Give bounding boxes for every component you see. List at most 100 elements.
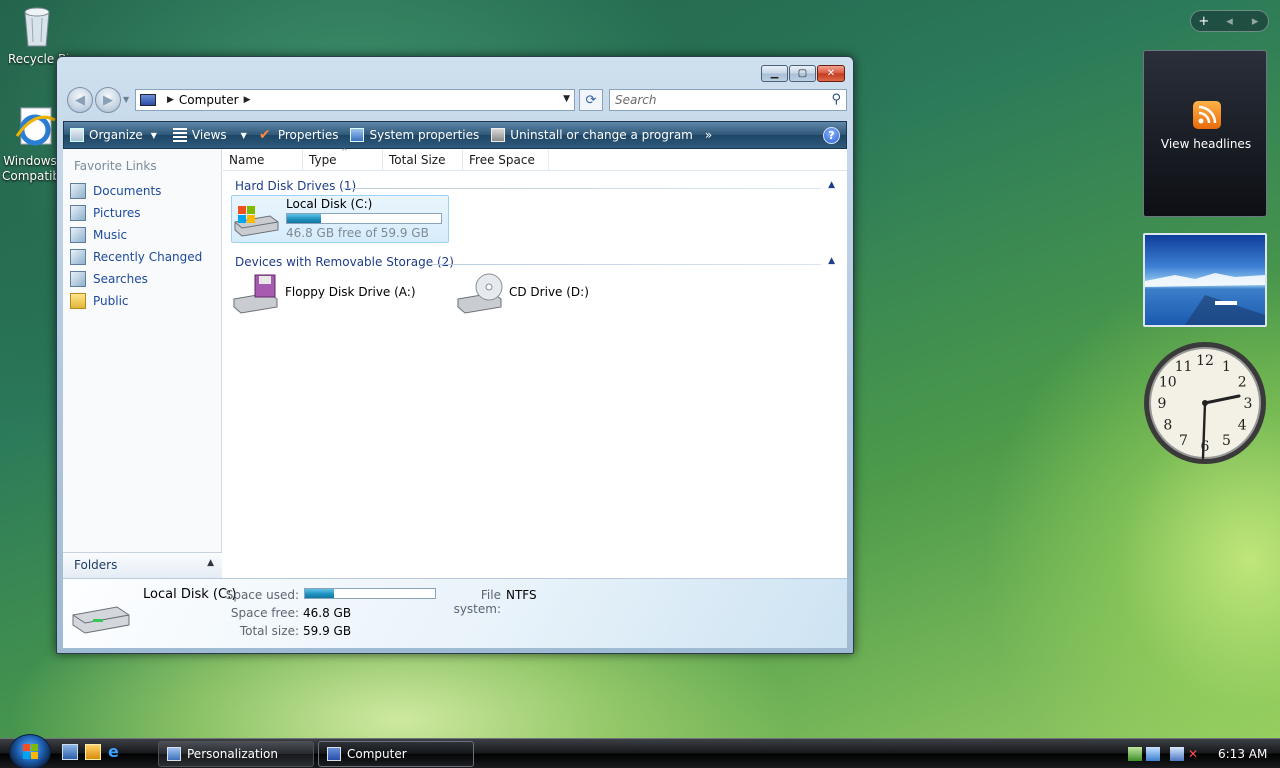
drive-item-local-disk-c[interactable]: Local Disk (C:) 46.8 GB free of 59.9 GB (231, 195, 449, 243)
drive-usage-fill (287, 214, 321, 223)
next-page-button[interactable]: ▸ (1242, 14, 1268, 29)
taskbar-button-computer[interactable]: Computer (318, 741, 474, 767)
sort-indicator-icon: ^ (341, 147, 348, 156)
network-icon[interactable] (1170, 747, 1184, 761)
address-dropdown-icon[interactable]: ▼ (563, 94, 570, 104)
windows-defender-icon[interactable] (1146, 747, 1160, 761)
drive-usage-bar (286, 213, 442, 224)
navigation-bar: ◀ ▶ ▼ ▶ Computer ▶ ▼ ⟳ Search ⚲ (65, 85, 847, 113)
column-header-total-size[interactable]: Total Size (383, 149, 463, 171)
recent-pages-dropdown[interactable]: ▼ (123, 95, 129, 104)
maximize-button[interactable]: ▢ (789, 65, 816, 82)
fav-link-label: Pictures (93, 206, 141, 220)
floppy-drive-icon (231, 271, 279, 315)
group-title: Hard Disk Drives (1) (235, 179, 357, 193)
uninstall-program-button[interactable]: Uninstall or change a program (485, 122, 699, 148)
fav-link-label: Public (93, 294, 129, 308)
add-gadget-button[interactable]: + (1191, 14, 1217, 29)
back-button[interactable]: ◀ (67, 87, 93, 113)
clock-numeral: 6 (1201, 439, 1210, 455)
column-header-name[interactable]: Name (223, 149, 303, 171)
pictures-icon (70, 205, 86, 221)
drive-free-space-text: 46.8 GB free of 59.9 GB (286, 226, 429, 240)
details-file-system-label: File system: (453, 588, 501, 616)
clock-gadget[interactable]: 12 1 2 3 4 5 6 7 8 9 10 11 (1142, 340, 1268, 466)
feed-headlines-gadget[interactable]: View headlines (1143, 50, 1267, 217)
details-space-free-value: 46.8 GB (303, 606, 352, 620)
view-headlines-link[interactable]: View headlines (1144, 137, 1268, 151)
details-space-used-label: Space used: (225, 588, 299, 602)
search-input[interactable]: Search ⚲ (609, 89, 847, 111)
folders-label: Folders (74, 558, 118, 572)
taskbar-button-label: Computer (347, 747, 407, 761)
help-button[interactable]: ? (823, 127, 840, 144)
system-tray: ✕ 6:13 AM (1128, 740, 1280, 768)
personalization-icon (167, 747, 181, 761)
column-headers: Name Type ^ Total Size Free Space (223, 147, 847, 171)
clock-numeral: 11 (1175, 359, 1193, 375)
breadcrumb-computer[interactable]: Computer (179, 93, 239, 107)
show-desktop-icon[interactable] (62, 744, 78, 760)
fav-link-label: Music (93, 228, 128, 242)
clock-numeral: 7 (1179, 433, 1188, 449)
previous-page-button[interactable]: ◂ (1217, 14, 1243, 29)
search-placeholder: Search (615, 93, 657, 107)
internet-explorer-icon[interactable]: e (108, 744, 124, 760)
close-button[interactable]: ✕ (817, 65, 845, 82)
organize-icon (70, 128, 84, 142)
fav-link-pictures[interactable]: Pictures (70, 203, 141, 223)
clock-numeral: 9 (1158, 396, 1167, 412)
organize-label: Organize (89, 128, 143, 142)
collapse-group-icon[interactable]: ▲ (828, 180, 835, 190)
start-button[interactable] (9, 734, 51, 768)
fav-link-recently-changed[interactable]: Recently Changed (70, 247, 202, 267)
cd-drive-icon (455, 271, 503, 315)
content-area: Favorite Links Documents Pictures Music … (63, 147, 847, 578)
taskbar-button-personalization[interactable]: Personalization (158, 741, 314, 767)
search-icon[interactable]: ⚲ (831, 92, 841, 107)
clock-numeral: 5 (1222, 433, 1231, 449)
collapse-group-icon[interactable]: ▲ (828, 256, 835, 266)
internet-explorer-icon (13, 106, 57, 150)
fav-link-public[interactable]: Public (70, 291, 129, 311)
details-total-size-label: Total size: (239, 624, 299, 638)
documents-icon (70, 183, 86, 199)
explorer-window: ▁ ▢ ✕ ◀ ▶ ▼ ▶ Computer ▶ ▼ ⟳ Search ⚲ Or… (56, 56, 854, 654)
minimize-button[interactable]: ▁ (761, 65, 788, 82)
fav-link-documents[interactable]: Documents (70, 181, 161, 201)
more-commands-button[interactable]: » (699, 122, 718, 148)
breadcrumb-separator-icon[interactable]: ▶ (244, 95, 251, 105)
views-label: Views (191, 128, 227, 142)
safely-remove-hardware-icon[interactable] (1128, 747, 1142, 761)
fav-link-music[interactable]: Music (70, 225, 127, 245)
drive-item-floppy-a[interactable]: Floppy Disk Drive (A:) (231, 271, 431, 319)
fav-link-label: Recently Changed (93, 250, 203, 264)
computer-icon (140, 94, 156, 106)
views-button[interactable]: Views ▼ (167, 122, 253, 148)
clock-numeral: 3 (1244, 396, 1253, 412)
clock-time[interactable]: 6:13 AM (1218, 747, 1267, 761)
forward-button[interactable]: ▶ (95, 87, 121, 113)
hard-disk-icon (232, 196, 280, 240)
folders-toggle[interactable]: Folders ▲ (63, 552, 222, 578)
address-bar[interactable]: ▶ Computer ▶ ▼ (135, 89, 575, 111)
properties-button[interactable]: ✔ Properties (253, 122, 345, 148)
volume-muted-icon[interactable]: ✕ (1188, 747, 1202, 761)
refresh-button[interactable]: ⟳ (579, 89, 603, 111)
group-divider (343, 188, 821, 189)
organize-button[interactable]: Organize ▼ (64, 122, 163, 148)
caption-buttons: ▁ ▢ ✕ (760, 65, 845, 82)
taskbar-button-label: Personalization (187, 747, 278, 761)
system-properties-button[interactable]: System properties (344, 122, 485, 148)
slideshow-gadget[interactable] (1143, 233, 1267, 327)
breadcrumb-separator-icon[interactable]: ▶ (167, 95, 174, 105)
desktop-icon-label: Windows Compatib (2, 154, 61, 183)
column-header-free-space[interactable]: Free Space (463, 149, 549, 171)
fav-link-searches[interactable]: Searches (70, 269, 148, 289)
drive-item-cd-d[interactable]: CD Drive (D:) (455, 271, 635, 319)
recently-changed-icon (70, 249, 86, 265)
clock-numeral: 10 (1159, 375, 1177, 391)
details-pane: Local Disk (C:) Space used: File system:… (63, 578, 847, 648)
switch-windows-icon[interactable] (85, 744, 101, 760)
favorite-links-title: Favorite Links (74, 159, 157, 173)
